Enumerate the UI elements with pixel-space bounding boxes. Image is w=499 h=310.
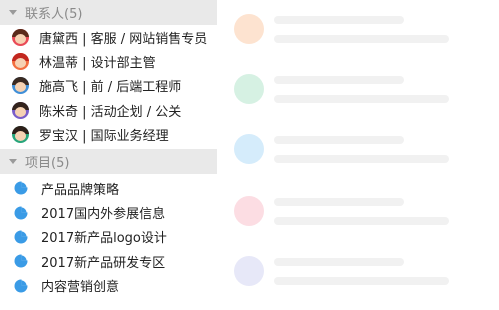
placeholder-row <box>234 196 494 236</box>
avatar-face <box>15 131 26 142</box>
project-item[interactable]: 2017新产品研发专区 <box>0 249 217 273</box>
placeholder-line <box>274 136 404 144</box>
projects-group-label: 项目(5) <box>25 155 70 171</box>
contact-label: 罗宝汉 | 国际业务经理 <box>39 129 169 145</box>
contact-label: 陈米奇 | 活动企划 / 公关 <box>39 104 182 120</box>
caret-down-icon <box>9 10 17 15</box>
placeholder-line <box>274 35 449 43</box>
pie-chart-icon <box>13 229 29 245</box>
placeholder-row <box>234 74 494 114</box>
project-label: 内容营销创意 <box>41 280 120 296</box>
placeholder-line <box>274 155 449 163</box>
contact-item[interactable]: 施高飞 | 前 / 后端工程师 <box>0 74 217 98</box>
placeholder-line <box>274 277 449 285</box>
project-label: 2017国内外参展信息 <box>41 207 166 223</box>
project-label: 2017新产品研发专区 <box>41 255 166 271</box>
placeholder-line <box>274 258 404 266</box>
contacts-list: 唐黛西 | 客服 / 网站销售专员 林温蒂 | 设计部主管施高飞 | 前 / 后端… <box>0 25 217 147</box>
placeholder-avatar <box>234 74 264 104</box>
avatar-woman-red <box>12 28 29 46</box>
project-item[interactable]: 2017国内外参展信息 <box>0 200 217 224</box>
contact-project-list: 联系人(5) 唐黛西 | 客服 / 网站销售专员 林温蒂 | 设计部主管施高飞 |… <box>0 0 217 310</box>
avatar-man-blue <box>12 77 29 95</box>
project-label: 产品品牌策略 <box>41 182 120 198</box>
avatar-face <box>15 33 26 44</box>
placeholder-row <box>234 256 494 296</box>
projects-list: 产品品牌策略 2017国内外参展信息 2017新产品logo设计 2017新产品研发专… <box>0 174 217 298</box>
contact-item[interactable]: 林温蒂 | 设计部主管 <box>0 49 217 73</box>
placeholder-avatar <box>234 14 264 44</box>
project-item[interactable]: 内容营销创意 <box>0 274 217 298</box>
contact-label: 施高飞 | 前 / 后端工程师 <box>39 80 182 96</box>
placeholder-line <box>274 16 404 24</box>
project-label: 2017新产品logo设计 <box>41 231 167 247</box>
placeholder-line <box>274 76 404 84</box>
contact-item[interactable]: 陈米奇 | 活动企划 / 公关 <box>0 98 217 122</box>
project-item[interactable]: 产品品牌策略 <box>0 176 217 200</box>
avatar-face <box>15 106 26 117</box>
placeholder-line <box>274 198 404 206</box>
placeholder-row <box>234 134 494 174</box>
placeholder-row <box>234 14 494 54</box>
placeholder-avatar <box>234 256 264 286</box>
caret-down-icon <box>9 158 17 164</box>
pie-chart-icon <box>13 278 29 294</box>
placeholder-avatar <box>234 196 264 226</box>
contacts-group-label: 联系人(5) <box>25 7 83 22</box>
avatar-face <box>15 82 26 93</box>
contact-label: 唐黛西 | 客服 / 网站销售专员 <box>39 31 208 47</box>
placeholder-line <box>274 95 449 103</box>
contact-item[interactable]: 唐黛西 | 客服 / 网站销售专员 <box>0 25 217 49</box>
pie-chart-icon <box>13 180 29 196</box>
contacts-group-header[interactable]: 联系人(5) <box>0 0 217 25</box>
project-item[interactable]: 2017新产品logo设计 <box>0 225 217 249</box>
pie-chart-icon <box>13 253 29 269</box>
avatar-man-purple <box>12 101 29 119</box>
placeholder-line <box>274 217 449 225</box>
avatar-man-green <box>12 126 29 144</box>
placeholder-avatar <box>234 134 264 164</box>
contact-item[interactable]: 罗宝汉 | 国际业务经理 <box>0 123 217 147</box>
loading-placeholder-area <box>217 0 499 310</box>
pie-chart-icon <box>13 205 29 221</box>
avatar-face <box>15 58 26 69</box>
contact-label: 林温蒂 | 设计部主管 <box>39 56 156 72</box>
avatar-woman-orange <box>12 53 29 71</box>
projects-group-header[interactable]: 项目(5) <box>0 148 217 174</box>
